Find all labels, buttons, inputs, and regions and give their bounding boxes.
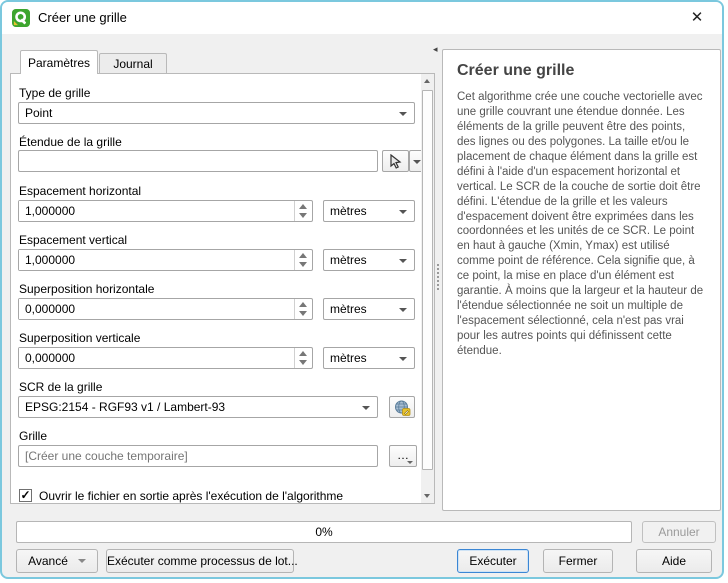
chevron-down-icon <box>407 461 413 464</box>
chevron-down-icon <box>399 357 407 361</box>
close-button[interactable]: Fermer <box>543 549 613 573</box>
v-overlay-unit-value: mètres <box>330 351 367 365</box>
advanced-button[interactable]: Avancé <box>16 549 98 573</box>
chevron-down-icon <box>78 559 86 563</box>
spin-down-icon[interactable] <box>299 213 307 218</box>
spin-up-icon[interactable] <box>299 351 307 356</box>
h-spacing-label: Espacement horizontal <box>19 184 141 198</box>
v-spacing-unit-value: mètres <box>330 253 367 267</box>
help-body: Cet algorithme crée une couche vectoriel… <box>457 90 706 359</box>
v-spacing-label: Espacement vertical <box>19 233 127 247</box>
open-after-label: Ouvrir le fichier en sortie après l'exéc… <box>39 489 343 503</box>
chevron-down-icon <box>413 160 421 164</box>
scrollbar-thumb[interactable] <box>422 90 433 470</box>
h-spacing-spinbox[interactable] <box>18 200 313 222</box>
v-overlay-input[interactable] <box>19 348 298 368</box>
globe-edit-icon <box>394 400 411 416</box>
chevron-down-icon <box>399 259 407 263</box>
v-spacing-spinbox[interactable] <box>18 249 313 271</box>
parameters-scrollbar[interactable] <box>421 74 434 503</box>
spin-down-icon[interactable] <box>299 360 307 365</box>
crs-select[interactable]: EPSG:2154 - RGF93 v1 / Lambert-93 <box>18 396 378 418</box>
h-overlay-label: Superposition horizontale <box>19 282 154 296</box>
v-overlay-label: Superposition verticale <box>19 331 140 345</box>
qgis-logo-icon <box>12 9 30 27</box>
extent-label: Étendue de la grille <box>19 135 122 149</box>
open-after-row[interactable]: ✓ Ouvrir le fichier en sortie après l'ex… <box>11 486 421 503</box>
crs-picker-button[interactable] <box>389 396 415 418</box>
spinner-arrows[interactable] <box>294 348 312 368</box>
close-icon[interactable]: ✕ <box>684 6 710 30</box>
grid-type-value: Point <box>25 106 52 120</box>
grid-type-label: Type de grille <box>19 86 90 100</box>
title-bar: Créer une grille ✕ <box>2 2 722 34</box>
extent-pick-button[interactable] <box>382 150 409 172</box>
batch-process-button[interactable]: Exécuter comme processus de lot... <box>106 549 294 573</box>
parameters-scroll-area: Type de grille Point Étendue de la grill… <box>11 74 434 503</box>
tab-parameters[interactable]: Paramètres <box>20 50 98 74</box>
spinner-arrows[interactable] <box>294 201 312 221</box>
chevron-down-icon <box>399 112 407 116</box>
h-overlay-unit-select[interactable]: mètres <box>323 298 415 320</box>
output-browse-button[interactable]: … <box>389 445 417 467</box>
chevron-down-icon <box>399 308 407 312</box>
h-spacing-unit-select[interactable]: mètres <box>323 200 415 222</box>
map-cursor-icon <box>389 154 403 169</box>
help-title: Créer une grille <box>457 62 706 80</box>
h-overlay-spinbox[interactable] <box>18 298 313 320</box>
check-icon: ✓ <box>20 488 30 502</box>
v-overlay-spinbox[interactable] <box>18 347 313 369</box>
advanced-label: Avancé <box>28 554 68 568</box>
scroll-up-icon <box>424 79 430 83</box>
v-overlay-unit-select[interactable]: mètres <box>323 347 415 369</box>
spin-up-icon[interactable] <box>299 204 307 209</box>
v-spacing-unit-select[interactable]: mètres <box>323 249 415 271</box>
spin-down-icon[interactable] <box>299 311 307 316</box>
chevron-down-icon <box>399 210 407 214</box>
crs-label: SCR de la grille <box>19 380 102 394</box>
help-panel: Créer une grille Cet algorithme crée une… <box>442 49 721 511</box>
window-title: Créer une grille <box>38 10 127 25</box>
parameters-pane: Type de grille Point Étendue de la grill… <box>10 73 435 504</box>
output-label: Grille <box>19 429 47 443</box>
grid-type-select[interactable]: Point <box>18 102 415 124</box>
v-spacing-input[interactable] <box>19 250 298 270</box>
create-grid-dialog: Créer une grille ✕ Paramètres Journal Ty… <box>0 0 724 579</box>
collapse-panel-icon[interactable]: ◂ <box>433 44 438 55</box>
output-path-input[interactable] <box>18 445 378 467</box>
crs-value: EPSG:2154 - RGF93 v1 / Lambert-93 <box>25 400 225 414</box>
cancel-button[interactable]: Annuler <box>642 521 716 543</box>
splitter-handle[interactable] <box>437 264 439 290</box>
scroll-down-button[interactable] <box>421 488 434 503</box>
extent-input[interactable] <box>18 150 378 172</box>
h-spacing-unit-value: mètres <box>330 204 367 218</box>
scroll-down-icon <box>424 494 430 498</box>
spin-up-icon[interactable] <box>299 253 307 258</box>
spinner-arrows[interactable] <box>294 299 312 319</box>
h-overlay-unit-value: mètres <box>330 302 367 316</box>
spin-up-icon[interactable] <box>299 302 307 307</box>
spin-down-icon[interactable] <box>299 262 307 267</box>
spinner-arrows[interactable] <box>294 250 312 270</box>
open-after-checkbox[interactable]: ✓ <box>19 489 32 502</box>
tab-journal[interactable]: Journal <box>99 53 167 74</box>
run-button[interactable]: Exécuter <box>457 549 529 573</box>
help-button[interactable]: Aide <box>636 549 712 573</box>
h-overlay-input[interactable] <box>19 299 298 319</box>
h-spacing-input[interactable] <box>19 201 298 221</box>
ellipsis-icon: … <box>397 448 409 462</box>
progress-bar: 0% <box>16 521 632 543</box>
scroll-up-button[interactable] <box>421 74 434 89</box>
chevron-down-icon <box>362 406 370 410</box>
